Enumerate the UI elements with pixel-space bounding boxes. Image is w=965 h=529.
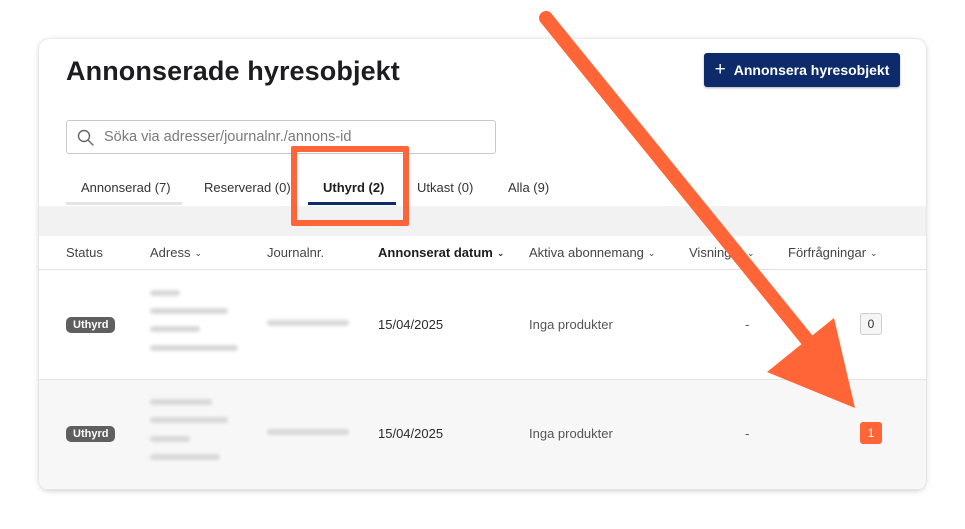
annotation-arrow-icon <box>539 11 855 408</box>
